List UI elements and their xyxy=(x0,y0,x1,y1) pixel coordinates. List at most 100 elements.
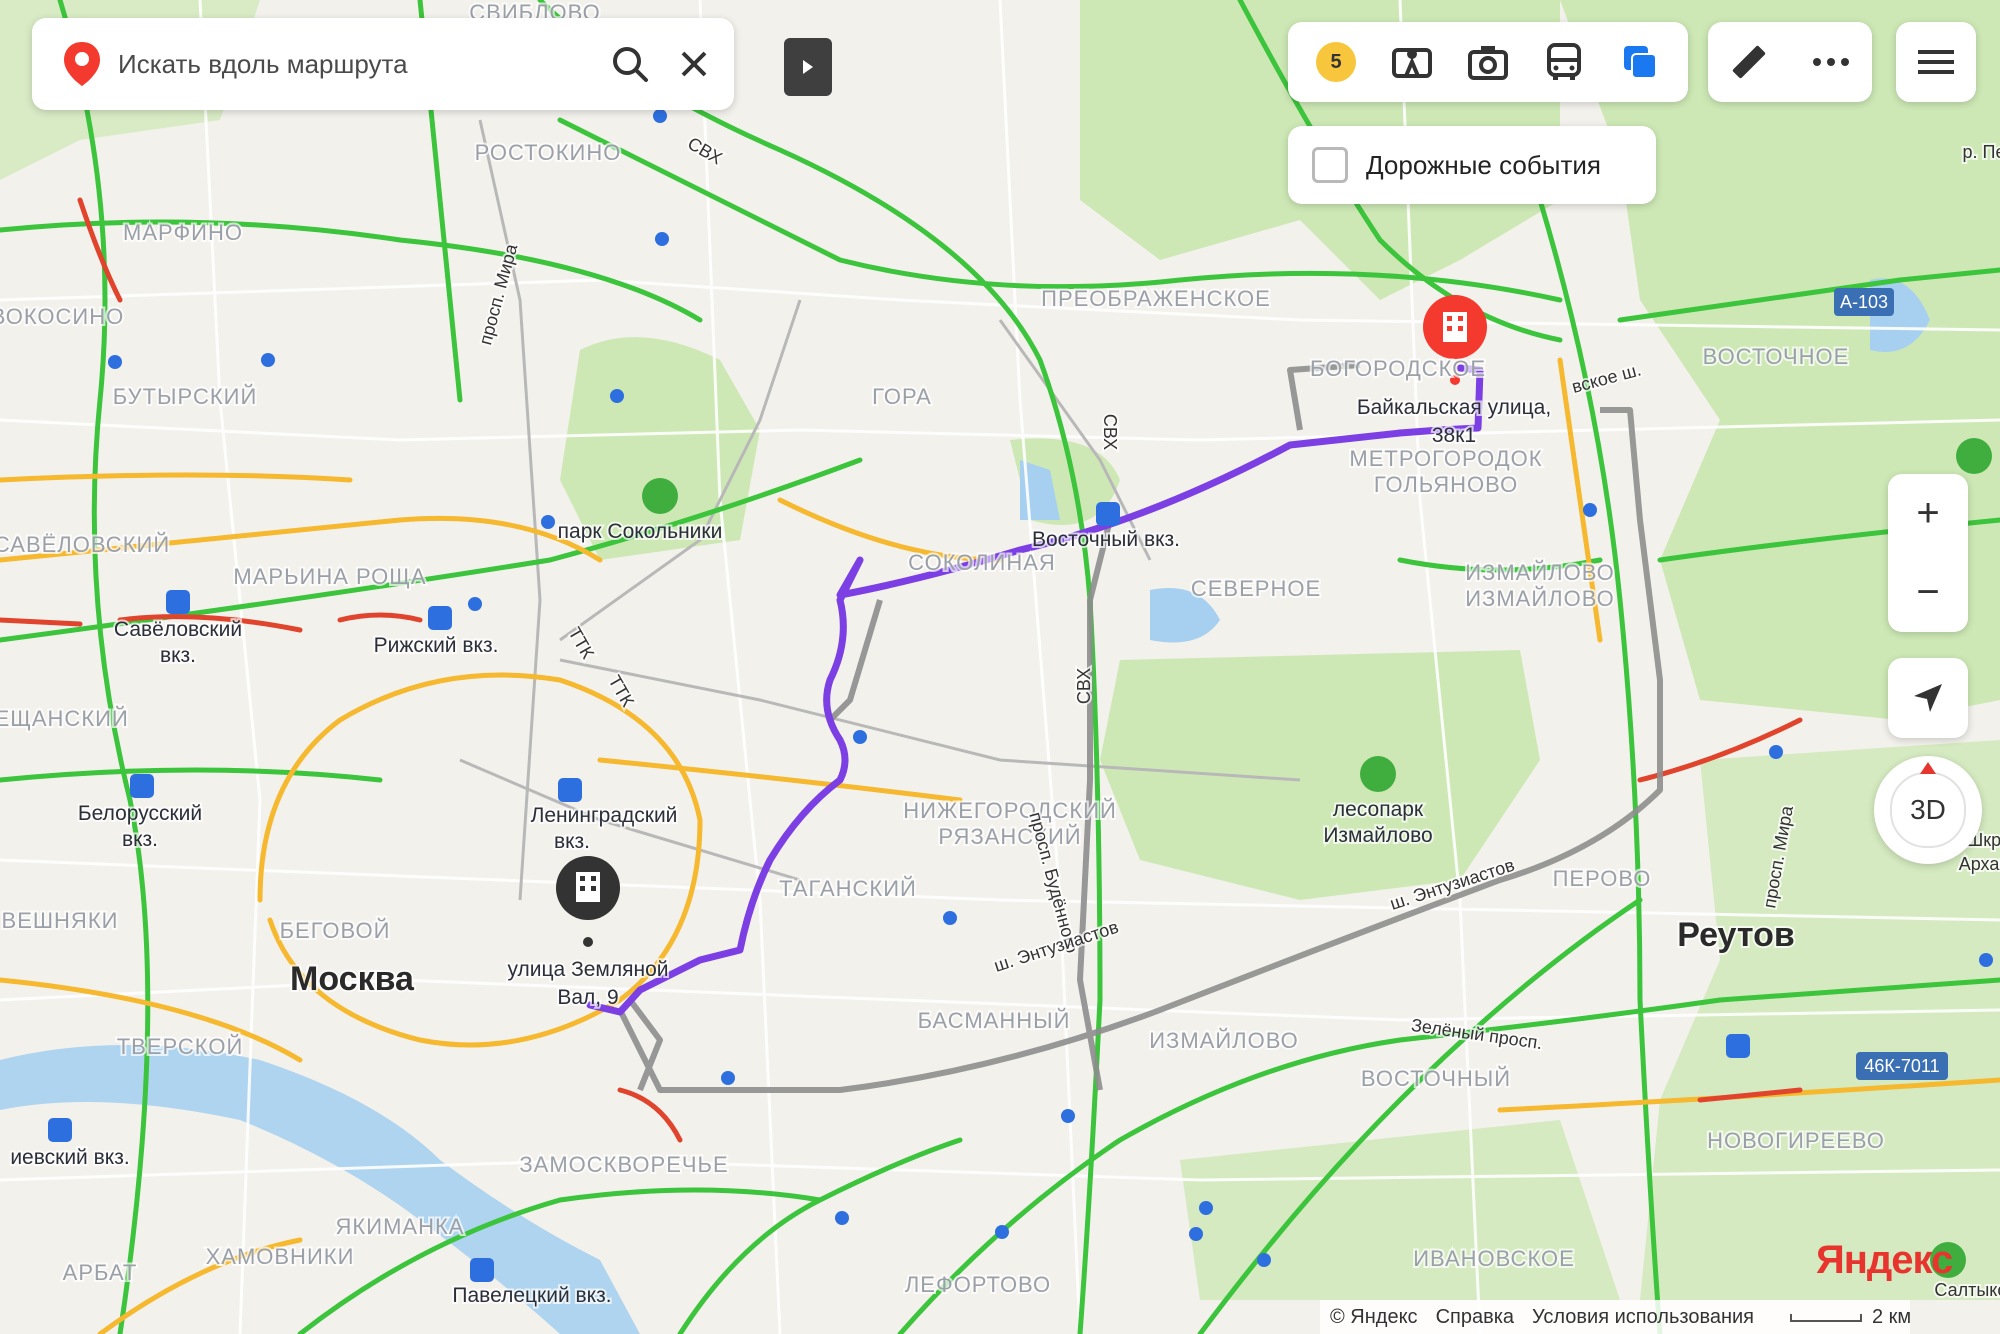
district-label: МАРФИНО xyxy=(123,220,243,245)
map-canvas[interactable]: СВИБЛОВОРОСТОКИНОМАРФИНОБУТЫРСКИЙСАВЁЛОВ… xyxy=(0,0,2000,1334)
north-marker-icon xyxy=(1920,762,1936,774)
route-search-box[interactable]: Искать вдоль маршрута xyxy=(32,18,734,110)
station-label: иевский вкз. xyxy=(10,1146,129,1169)
district-label: БОГОРОДСКОЕ xyxy=(1310,356,1486,381)
route-start-label: Вал, 9 xyxy=(557,986,618,1009)
station-label: Савёловский xyxy=(114,618,242,641)
scale-label: 2 км xyxy=(1872,1306,1912,1328)
district-label: СЕВЕРНОЕ xyxy=(1191,576,1321,601)
district-label: ЗАМОСКВОРЕЧЬЕ xyxy=(519,1152,728,1177)
yandex-logo: Яндекс xyxy=(1816,1238,1953,1282)
district-label: ГОЛЬЯНОВО xyxy=(1374,472,1518,497)
park-label: парк Сокольники xyxy=(558,520,723,543)
scale-bar xyxy=(1790,1313,1862,1322)
district-label: ТВЕРСКОЙ xyxy=(117,1034,244,1059)
search-input[interactable]: Искать вдоль маршрута xyxy=(118,49,598,80)
road-label: СВХ xyxy=(1074,668,1094,704)
compass-3d-label: 3D xyxy=(1890,772,1966,848)
district-label: БУТЫРСКИЙ xyxy=(113,384,258,409)
district-label: ЛЕФОРТОВО xyxy=(905,1272,1051,1297)
district-label: ВОСТОЧНОЕ xyxy=(1703,344,1850,369)
district-label: ВОСТОЧНЫЙ xyxy=(1361,1066,1511,1091)
district-label: ИВАНОВСКОЕ xyxy=(1413,1246,1575,1271)
layers-icon[interactable] xyxy=(1608,30,1672,94)
tools-toolbar xyxy=(1708,22,1872,102)
help-link[interactable]: Справка xyxy=(1436,1306,1514,1329)
terms-link[interactable]: Условия использования xyxy=(1532,1306,1754,1329)
district-label: ИЗМАЙЛОВО xyxy=(1465,586,1615,611)
collapse-panel-button[interactable] xyxy=(784,38,832,96)
traffic-score-badge: 5 xyxy=(1316,42,1356,82)
station-label: Павелецкий вкз. xyxy=(452,1284,611,1307)
map-scale: 2 км xyxy=(1790,1306,1911,1329)
compass-button[interactable]: 3D xyxy=(1874,756,1982,864)
district-label: ТАГАНСКИЙ xyxy=(779,876,917,901)
station-label: вкз. xyxy=(554,830,590,853)
station-label: Ленинградский xyxy=(531,804,678,827)
district-label: СОКОЛИНАЯ xyxy=(908,550,1056,575)
district-label: ПЕРОВО xyxy=(1553,866,1652,891)
station-label: Рижский вкз. xyxy=(374,634,499,657)
close-icon[interactable] xyxy=(662,32,726,96)
more-icon[interactable] xyxy=(1799,30,1863,94)
road-shield-label: 46К-7011 xyxy=(1864,1056,1939,1076)
road-label: р. Пе xyxy=(1963,142,2000,162)
district-label: АРБАТ xyxy=(63,1260,138,1285)
traffic-events-label: Дорожные события xyxy=(1366,149,1601,180)
park-label: лесопарк xyxy=(1333,798,1424,821)
zoom-in-button[interactable]: + xyxy=(1888,474,1968,553)
map-layers-toolbar: 5 xyxy=(1288,22,1688,102)
road-label: Архан xyxy=(1959,854,2000,874)
district-label: ВЕШНЯКИ xyxy=(2,908,119,933)
minus-icon: − xyxy=(1916,570,1940,614)
district-label: САВЁЛОВСКИЙ xyxy=(0,532,170,557)
search-icon[interactable] xyxy=(598,32,662,96)
district-label: НОВОГИРЕЕВО xyxy=(1707,1128,1885,1153)
camera-icon[interactable] xyxy=(1456,30,1520,94)
city-label: Москва xyxy=(290,960,415,998)
menu-button[interactable] xyxy=(1896,22,1976,102)
route-end-label: 38к1 xyxy=(1432,424,1476,447)
district-label: ПРЕОБРАЖЕНСКОЕ xyxy=(1041,286,1271,311)
district-label: МЕТРОГОРОДОК xyxy=(1349,446,1542,471)
district-label: НИЖЕГОРОДСКИЙ xyxy=(903,798,1117,823)
copyright-link[interactable]: © Яндекс xyxy=(1330,1306,1418,1329)
road-label: Салтыковск xyxy=(1934,1280,2000,1300)
station-label: вкз. xyxy=(122,828,158,851)
panorama-icon[interactable] xyxy=(1380,30,1444,94)
zoom-out-button[interactable]: − xyxy=(1888,553,1968,632)
station-label: Восточный вкз. xyxy=(1032,528,1180,551)
station-label: Белорусский xyxy=(78,802,202,825)
district-label: ЯКИМАНКА xyxy=(336,1214,465,1239)
route-start-label: улица Земляной xyxy=(508,958,669,981)
district-label: НОВОКОСИНО xyxy=(0,304,124,329)
traffic-events-toggle[interactable]: Дорожные события xyxy=(1288,126,1656,204)
district-label: БАСМАННЫЙ xyxy=(918,1008,1071,1033)
district-label: ГОРА xyxy=(872,384,932,409)
road-shield-label: A-103 xyxy=(1840,292,1888,312)
district-label: БЕГОВОЙ xyxy=(280,918,391,943)
route-end-label: Байкальская улица, xyxy=(1357,396,1551,419)
district-label: РЯЗАНСКИЙ xyxy=(938,824,1081,849)
road-label: СВХ xyxy=(1100,414,1120,450)
transport-icon[interactable] xyxy=(1532,30,1596,94)
district-label: ИЗМАЙЛОВО xyxy=(1465,560,1615,585)
menu-icon xyxy=(1918,50,1954,74)
zoom-controls: + − xyxy=(1888,474,1968,632)
city-label: Реутов xyxy=(1677,916,1795,954)
ruler-icon[interactable] xyxy=(1717,30,1781,94)
traffic-icon[interactable]: 5 xyxy=(1304,30,1368,94)
district-label: ИЗМАЙЛОВО xyxy=(1149,1028,1299,1053)
my-location-button[interactable] xyxy=(1888,658,1968,738)
location-pin-icon xyxy=(52,34,112,94)
district-label: МАРЬИНА РОЩА xyxy=(233,564,426,589)
plus-icon: + xyxy=(1916,491,1940,535)
station-label: вкз. xyxy=(160,644,196,667)
district-label: ХАМОВНИКИ xyxy=(206,1244,355,1269)
location-arrow-icon xyxy=(1914,684,1942,712)
park-label: Измайлово xyxy=(1323,824,1432,847)
traffic-events-checkbox[interactable] xyxy=(1312,147,1348,183)
chevron-right-icon xyxy=(803,60,813,74)
district-label: МЕЩАНСКИЙ xyxy=(0,706,129,731)
district-label: РОСТОКИНО xyxy=(475,140,622,165)
